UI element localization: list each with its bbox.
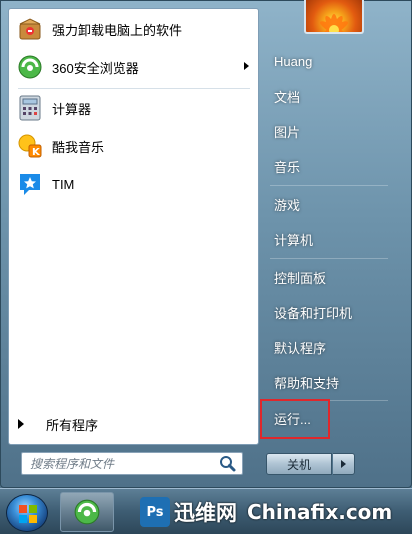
calculator-icon bbox=[16, 94, 44, 122]
chevron-right-icon bbox=[341, 460, 346, 468]
browser-360-icon bbox=[74, 499, 100, 525]
submenu-arrow-icon[interactable] bbox=[244, 62, 249, 70]
right-item-default-programs[interactable]: 默认程序 bbox=[266, 333, 388, 361]
all-programs-label: 所有程序 bbox=[46, 417, 99, 433]
watermark: Ps 迅维网 Chinafix.com bbox=[140, 492, 412, 532]
search-box[interactable]: 搜索程序和文件 bbox=[21, 452, 243, 475]
right-item-label: 音乐 bbox=[274, 159, 301, 175]
right-item-label: 帮助和支持 bbox=[274, 375, 340, 391]
program-item-calculator[interactable]: 计算器 bbox=[16, 90, 251, 126]
right-item-music[interactable]: 音乐 bbox=[266, 152, 388, 180]
box-uninstall-icon bbox=[16, 15, 44, 43]
separator bbox=[270, 258, 388, 259]
program-label: TIM bbox=[52, 176, 75, 192]
program-item-uninstaller[interactable]: 强力卸载电脑上的软件 bbox=[16, 11, 251, 47]
watermark-cn: 迅维网 bbox=[174, 501, 237, 525]
browser-360-icon bbox=[16, 53, 44, 81]
right-item-devices-printers[interactable]: 设备和打印机 bbox=[266, 298, 388, 326]
kuwo-music-icon: K bbox=[16, 132, 44, 160]
program-item-360-browser[interactable]: 360安全浏览器 bbox=[16, 49, 251, 85]
shutdown-options-button[interactable] bbox=[333, 453, 355, 475]
run-highlight-box bbox=[260, 399, 330, 439]
start-orb-icon[interactable] bbox=[6, 494, 48, 532]
watermark-en: Chinafix.com bbox=[247, 500, 393, 524]
separator bbox=[270, 185, 388, 186]
right-item-label: Huang bbox=[274, 53, 313, 69]
right-item-user[interactable]: Huang bbox=[266, 47, 388, 75]
right-item-label: 文档 bbox=[274, 89, 301, 105]
user-avatar[interactable] bbox=[304, 0, 364, 34]
search-input[interactable]: 搜索程序和文件 bbox=[22, 455, 218, 472]
program-label: 360安全浏览器 bbox=[52, 60, 139, 76]
program-label: 酷我音乐 bbox=[52, 139, 105, 155]
right-item-pictures[interactable]: 图片 bbox=[266, 117, 388, 145]
expand-arrow-icon bbox=[18, 419, 24, 429]
right-item-label: 控制面板 bbox=[274, 270, 327, 286]
right-item-help-support[interactable]: 帮助和支持 bbox=[266, 368, 388, 396]
right-item-label: 设备和打印机 bbox=[274, 305, 353, 321]
taskbar-360-browser[interactable] bbox=[60, 492, 114, 532]
shutdown-label: 关机 bbox=[286, 457, 311, 472]
right-item-computer[interactable]: 计算机 bbox=[266, 225, 388, 253]
right-item-control-panel[interactable]: 控制面板 bbox=[266, 263, 388, 291]
shutdown-button[interactable]: 关机 bbox=[266, 453, 332, 475]
tim-icon bbox=[16, 170, 44, 198]
program-item-kuwo-music[interactable]: K 酷我音乐 bbox=[16, 128, 251, 164]
program-label: 计算器 bbox=[52, 101, 92, 117]
program-item-tim[interactable]: TIM bbox=[16, 166, 251, 202]
right-item-games[interactable]: 游戏 bbox=[266, 190, 388, 218]
separator bbox=[18, 88, 250, 89]
svg-text:K: K bbox=[32, 147, 41, 158]
right-item-label: 游戏 bbox=[274, 197, 301, 213]
right-item-documents[interactable]: 文档 bbox=[266, 82, 388, 110]
right-item-label: 图片 bbox=[274, 124, 301, 140]
right-item-label: 默认程序 bbox=[274, 340, 327, 356]
all-programs-button[interactable]: 所有程序 bbox=[18, 412, 250, 436]
right-item-label: 计算机 bbox=[274, 232, 314, 248]
watermark-badge: Ps bbox=[140, 497, 170, 527]
program-label: 强力卸载电脑上的软件 bbox=[52, 22, 183, 38]
search-icon[interactable] bbox=[218, 454, 238, 474]
